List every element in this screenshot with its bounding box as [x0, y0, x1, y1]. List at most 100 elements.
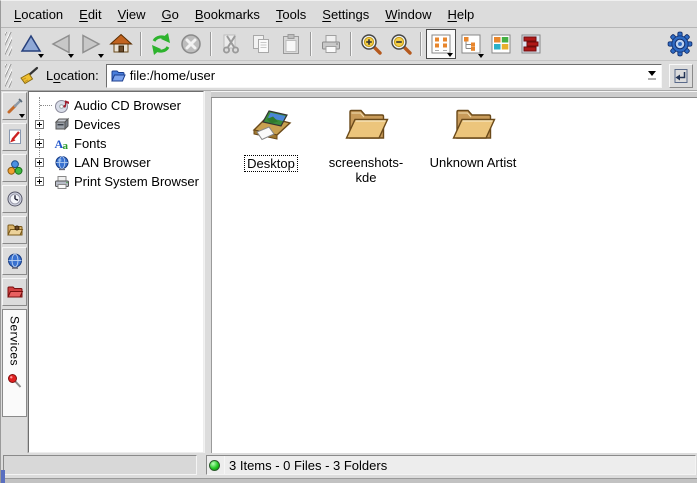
- clear-locationbar-icon: [18, 65, 40, 87]
- sidebar-tab-home-folder[interactable]: [2, 216, 27, 244]
- multicolumn-view-button[interactable]: [486, 29, 516, 59]
- copy-button[interactable]: [246, 29, 276, 59]
- location-label: Location:: [46, 68, 99, 83]
- tree-view-icon: [459, 32, 483, 56]
- zoom-out-icon: [389, 32, 413, 56]
- folder-open-icon: [110, 68, 126, 84]
- tree-item-audio-cd-browser[interactable]: Audio CD Browser: [32, 96, 203, 115]
- applications-icon: [6, 159, 24, 177]
- menu-settings[interactable]: Settings: [314, 3, 377, 26]
- file-label: Desktop: [244, 155, 298, 172]
- tree-item-devices[interactable]: Devices: [32, 115, 203, 134]
- configure-tools-icon: [6, 97, 24, 115]
- back-button[interactable]: [46, 29, 76, 59]
- sidebar-tab-applications[interactable]: [2, 154, 27, 182]
- menu-window[interactable]: Window: [377, 3, 439, 26]
- services-pin-icon: [7, 373, 23, 389]
- kde-gear-throbber[interactable]: [665, 29, 695, 59]
- toolbar-separator: [310, 32, 312, 56]
- home-folder-icon: [6, 221, 24, 239]
- location-input[interactable]: file:/home/user: [130, 68, 643, 83]
- sidebar-tab-services-active[interactable]: Services: [2, 309, 27, 417]
- home-button[interactable]: [106, 29, 136, 59]
- stop-icon: [179, 32, 203, 56]
- menu-edit[interactable]: Edit: [71, 3, 109, 26]
- view-led-icon: [209, 460, 220, 471]
- folder-icon: [449, 102, 497, 150]
- history-clock-icon: [6, 190, 24, 208]
- multicolumn-view-icon: [489, 32, 513, 56]
- fonts-icon: Aa: [54, 136, 70, 152]
- file-label: Unknown Artist: [430, 155, 517, 170]
- reload-button[interactable]: [146, 29, 176, 59]
- tree-item-label: Fonts: [74, 136, 107, 151]
- menu-bookmarks[interactable]: Bookmarks: [187, 3, 268, 26]
- audio-cd-icon: [54, 98, 70, 114]
- copy-icon: [249, 32, 273, 56]
- sidebar-configure-button[interactable]: [2, 92, 27, 120]
- expander-plus-icon[interactable]: [35, 120, 44, 129]
- icon-view-dropdown-arrow-icon: [447, 53, 453, 57]
- file-item-screenshots-kde[interactable]: screenshots-kde: [320, 102, 412, 185]
- back-icon: [49, 32, 73, 56]
- menu-go[interactable]: Go: [154, 3, 187, 26]
- print-icon: [319, 32, 343, 56]
- sidebar-tab-bookmarks[interactable]: [2, 123, 27, 151]
- tree-item-label: Print System Browser: [74, 174, 199, 189]
- icon-view[interactable]: Desktop screenshots-kde Unknown Artist: [211, 98, 697, 453]
- expander-plus-icon[interactable]: [35, 177, 44, 186]
- menu-tools[interactable]: Tools: [268, 3, 314, 26]
- tree-item-fonts[interactable]: Aa Fonts: [32, 134, 203, 153]
- reload-icon: [149, 32, 173, 56]
- print-system-icon: [54, 174, 70, 190]
- locationbar-grip[interactable]: [5, 64, 12, 88]
- file-item-unknown-artist[interactable]: Unknown Artist: [414, 102, 532, 170]
- paste-icon: [279, 32, 303, 56]
- tree-view-button[interactable]: [456, 29, 486, 59]
- zoom-in-button[interactable]: [356, 29, 386, 59]
- folder-icon: [342, 102, 390, 150]
- tree-item-label: Audio CD Browser: [74, 98, 181, 113]
- print-button[interactable]: [316, 29, 346, 59]
- expander-plus-icon[interactable]: [35, 139, 44, 148]
- go-button[interactable]: [669, 64, 693, 88]
- paste-button[interactable]: [276, 29, 306, 59]
- home-icon: [109, 32, 133, 56]
- sidebar-tab-root-folder[interactable]: [2, 278, 27, 306]
- up-button[interactable]: [16, 29, 46, 59]
- tree-item-print-system-browser[interactable]: Print System Browser: [32, 172, 203, 191]
- sidebar-tab-history[interactable]: [2, 185, 27, 213]
- expander-plus-icon[interactable]: [35, 158, 44, 167]
- lan-browser-icon: [54, 155, 70, 171]
- detailed-view-button[interactable]: [516, 29, 546, 59]
- statusbar-text: 3 Items - 0 Files - 3 Folders: [229, 458, 387, 473]
- menu-location[interactable]: Location: [6, 3, 71, 26]
- stop-button[interactable]: [176, 29, 206, 59]
- active-view-indicator-bar: [211, 91, 697, 98]
- forward-button[interactable]: [76, 29, 106, 59]
- right-pane: Desktop screenshots-kde Unknown Artist: [211, 91, 697, 453]
- tree-item-lan-browser[interactable]: LAN Browser: [32, 153, 203, 172]
- bookmarks-icon: [6, 128, 24, 146]
- sidebar-tab-network[interactable]: [2, 247, 27, 275]
- toolbar-grip[interactable]: [5, 32, 12, 56]
- file-item-desktop[interactable]: Desktop: [228, 102, 314, 172]
- location-dropdown-button[interactable]: [643, 65, 661, 87]
- menu-help[interactable]: Help: [440, 3, 483, 26]
- konqueror-window: Location Edit View Go Bookmarks Tools Se…: [0, 0, 697, 483]
- detailed-view-icon: [519, 32, 543, 56]
- icon-view-button[interactable]: [426, 29, 456, 59]
- services-tree-panel: Audio CD Browser Devices Aa Fonts LAN Br…: [28, 91, 204, 453]
- zoom-out-button[interactable]: [386, 29, 416, 59]
- zoom-in-icon: [359, 32, 383, 56]
- cut-button[interactable]: [216, 29, 246, 59]
- location-combobox[interactable]: file:/home/user: [106, 64, 662, 88]
- panel-splitter[interactable]: [204, 91, 211, 453]
- kde-gear-icon: [667, 31, 693, 57]
- tree-item-label: Devices: [74, 117, 120, 132]
- back-dropdown-arrow-icon: [68, 54, 74, 58]
- clear-location-button[interactable]: [16, 65, 42, 87]
- sidebar-tabbar: Services: [1, 91, 28, 453]
- main-area: Services Audio CD Browser Devices Aa Fon…: [1, 91, 697, 453]
- menu-view[interactable]: View: [110, 3, 154, 26]
